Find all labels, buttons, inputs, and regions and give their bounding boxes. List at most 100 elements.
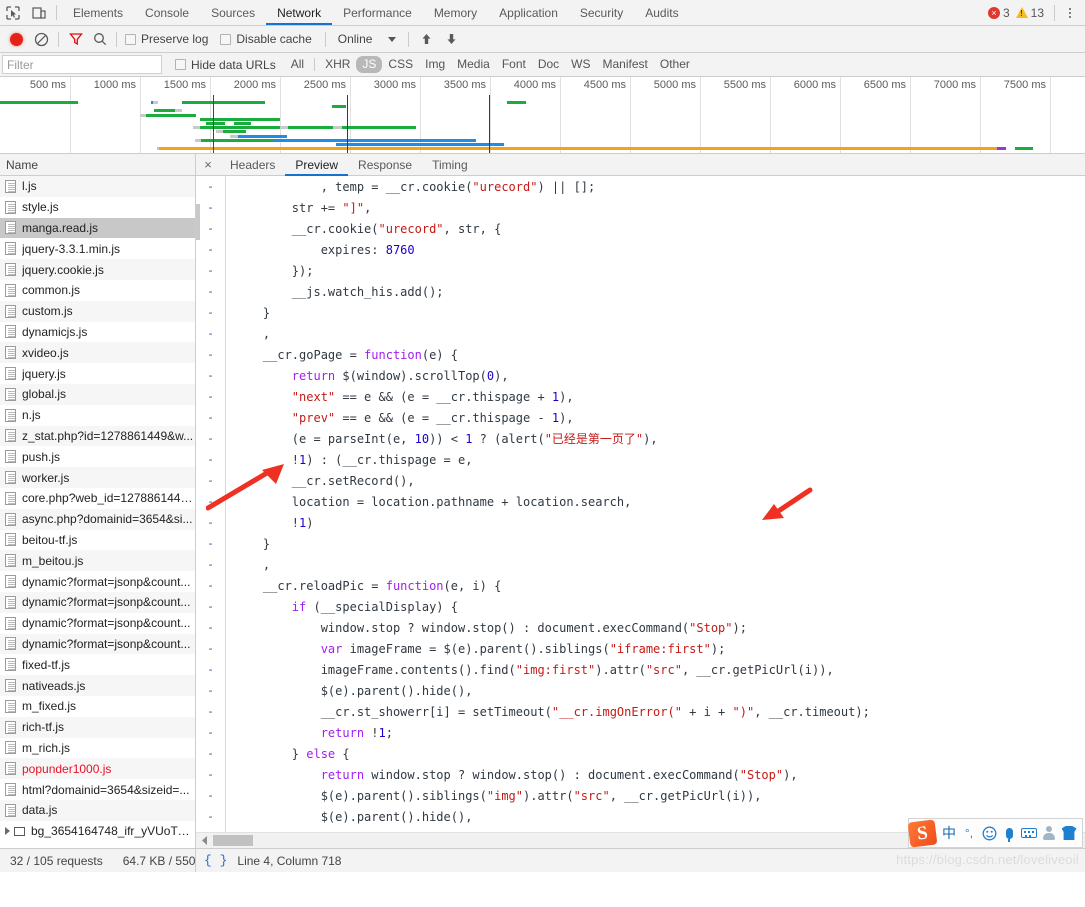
ime-skin-button[interactable]	[1059, 820, 1079, 846]
chip-ws[interactable]: WS	[565, 56, 596, 73]
detail-tab-response[interactable]: Response	[348, 154, 422, 175]
tab-audits[interactable]: Audits	[634, 0, 689, 25]
code-fold-marker[interactable]: -	[196, 261, 225, 282]
chip-font[interactable]: Font	[496, 56, 532, 73]
request-list-item[interactable]: manga.read.js	[0, 217, 195, 239]
code-fold-marker[interactable]: -	[196, 576, 225, 597]
tab-console[interactable]: Console	[134, 0, 200, 25]
tab-memory[interactable]: Memory	[423, 0, 488, 25]
code-gutter[interactable]: --------------------------------	[196, 176, 226, 832]
code-fold-marker[interactable]: -	[196, 387, 225, 408]
code-fold-marker[interactable]: -	[196, 219, 225, 240]
more-options-icon[interactable]	[1059, 1, 1081, 25]
warning-badge[interactable]: 13	[1015, 6, 1044, 20]
chip-xhr[interactable]: XHR	[319, 56, 356, 73]
code-fold-marker[interactable]: -	[196, 639, 225, 660]
request-list-item[interactable]: push.js	[0, 446, 195, 467]
chip-other[interactable]: Other	[654, 56, 696, 73]
request-list-item[interactable]: custom.js	[0, 300, 195, 322]
chip-doc[interactable]: Doc	[532, 56, 565, 73]
chip-img[interactable]: Img	[419, 56, 451, 73]
request-list-item[interactable]: m_beitou.js	[0, 550, 195, 572]
request-list-item[interactable]: dynamic?format=jsonp&count...	[0, 633, 195, 655]
scrollbar-thumb[interactable]	[213, 835, 253, 846]
code-fold-marker[interactable]: -	[196, 597, 225, 618]
chip-media[interactable]: Media	[451, 56, 496, 73]
clear-button[interactable]	[28, 27, 54, 51]
request-list-item[interactable]: worker.js	[0, 467, 195, 488]
ime-emoji-button[interactable]	[979, 820, 999, 846]
detail-tab-timing[interactable]: Timing	[422, 154, 478, 175]
pretty-print-button[interactable]: { }	[204, 853, 227, 868]
tab-network[interactable]: Network	[266, 0, 333, 25]
ime-language-toggle[interactable]: 中	[939, 820, 959, 846]
ime-account-button[interactable]	[1039, 820, 1059, 846]
chip-css[interactable]: CSS	[382, 56, 419, 73]
request-list-item[interactable]: beitou-tf.js	[0, 530, 195, 551]
code-fold-marker[interactable]: -	[196, 723, 225, 744]
request-list-item[interactable]: html?domainid=3654&sizeid=...	[0, 779, 195, 800]
request-list-item[interactable]: common.js	[0, 280, 195, 301]
tab-sources[interactable]: Sources	[200, 0, 266, 25]
request-list-header[interactable]: Name	[0, 154, 195, 176]
request-list-item[interactable]: nativeads.js	[0, 675, 195, 696]
error-badge[interactable]: × 3	[987, 6, 1010, 20]
code-fold-marker[interactable]: -	[196, 534, 225, 555]
code-fold-marker[interactable]: -	[196, 807, 225, 828]
ime-punctuation-toggle[interactable]: °,	[959, 820, 979, 846]
detail-tab-headers[interactable]: Headers	[220, 154, 285, 175]
code-fold-marker[interactable]: -	[196, 429, 225, 450]
search-button[interactable]	[88, 27, 112, 51]
hide-data-urls-checkbox[interactable]: Hide data URLs	[175, 58, 276, 72]
chip-manifest[interactable]: Manifest	[597, 56, 654, 73]
disable-cache-checkbox[interactable]: Disable cache	[220, 32, 312, 46]
request-list-item[interactable]: popunder1000.js	[0, 758, 195, 780]
chip-all[interactable]: All	[285, 56, 310, 73]
request-list-item[interactable]: global.js	[0, 383, 195, 405]
preserve-log-checkbox[interactable]: Preserve log	[125, 32, 208, 46]
request-list-item[interactable]: m_rich.js	[0, 738, 195, 759]
code-fold-marker[interactable]: -	[196, 408, 225, 429]
request-list-item[interactable]: dynamic?format=jsonp&count...	[0, 571, 195, 592]
filter-input[interactable]	[2, 55, 162, 74]
code-fold-marker[interactable]: -	[196, 786, 225, 807]
request-list-item[interactable]: bg_3654164748_ifr_yVUoTO...	[0, 821, 195, 842]
request-list-item[interactable]: data.js	[0, 799, 195, 821]
tab-elements[interactable]: Elements	[62, 0, 134, 25]
sogou-ime-toolbar[interactable]: S 中 °,	[907, 818, 1083, 848]
code-fold-marker[interactable]: -	[196, 240, 225, 261]
request-list-item[interactable]: z_stat.php?id=1278861449&w...	[0, 425, 195, 447]
tab-performance[interactable]: Performance	[332, 0, 423, 25]
code-fold-marker[interactable]: -	[196, 366, 225, 387]
code-fold-marker[interactable]: -	[196, 282, 225, 303]
code-preview-area[interactable]: -------------------------------- , temp …	[196, 176, 1085, 832]
request-list-item[interactable]: jquery.js	[0, 363, 195, 384]
gutter-scroll-indicator[interactable]	[196, 204, 200, 240]
tab-security[interactable]: Security	[569, 0, 634, 25]
throttling-select[interactable]: Online	[334, 32, 405, 46]
code-fold-marker[interactable]: -	[196, 345, 225, 366]
request-list-item[interactable]: core.php?web_id=1278861449...	[0, 488, 195, 509]
request-list-item[interactable]: dynamic?format=jsonp&count...	[0, 591, 195, 613]
request-list-item[interactable]: rich-tf.js	[0, 716, 195, 738]
request-list-item[interactable]: dynamic?format=jsonp&count...	[0, 613, 195, 634]
code-fold-marker[interactable]: -	[196, 660, 225, 681]
code-fold-marker[interactable]: -	[196, 555, 225, 576]
network-overview-timeline[interactable]: 500 ms 1000 ms 1500 ms 2000 ms 2500 ms 3000 m…	[0, 77, 1085, 154]
record-button[interactable]	[4, 27, 28, 51]
code-fold-marker[interactable]: -	[196, 681, 225, 702]
import-har-button[interactable]	[414, 27, 439, 51]
code-fold-marker[interactable]: -	[196, 744, 225, 765]
code-fold-marker[interactable]: -	[196, 324, 225, 345]
device-toolbar-icon[interactable]	[26, 0, 52, 25]
code-fold-marker[interactable]: -	[196, 618, 225, 639]
code-fold-marker[interactable]: -	[196, 513, 225, 534]
code-scroll-container[interactable]: , temp = __cr.cookie("urecord") || []; s…	[226, 176, 1085, 832]
filter-button[interactable]	[64, 27, 88, 51]
code-fold-marker[interactable]: -	[196, 303, 225, 324]
code-fold-marker[interactable]: -	[196, 471, 225, 492]
request-list-item[interactable]: fixed-tf.js	[0, 654, 195, 675]
chip-js[interactable]: JS	[356, 56, 383, 73]
ime-soft-keyboard-button[interactable]	[1019, 820, 1039, 846]
request-list-item[interactable]: n.js	[0, 405, 195, 426]
